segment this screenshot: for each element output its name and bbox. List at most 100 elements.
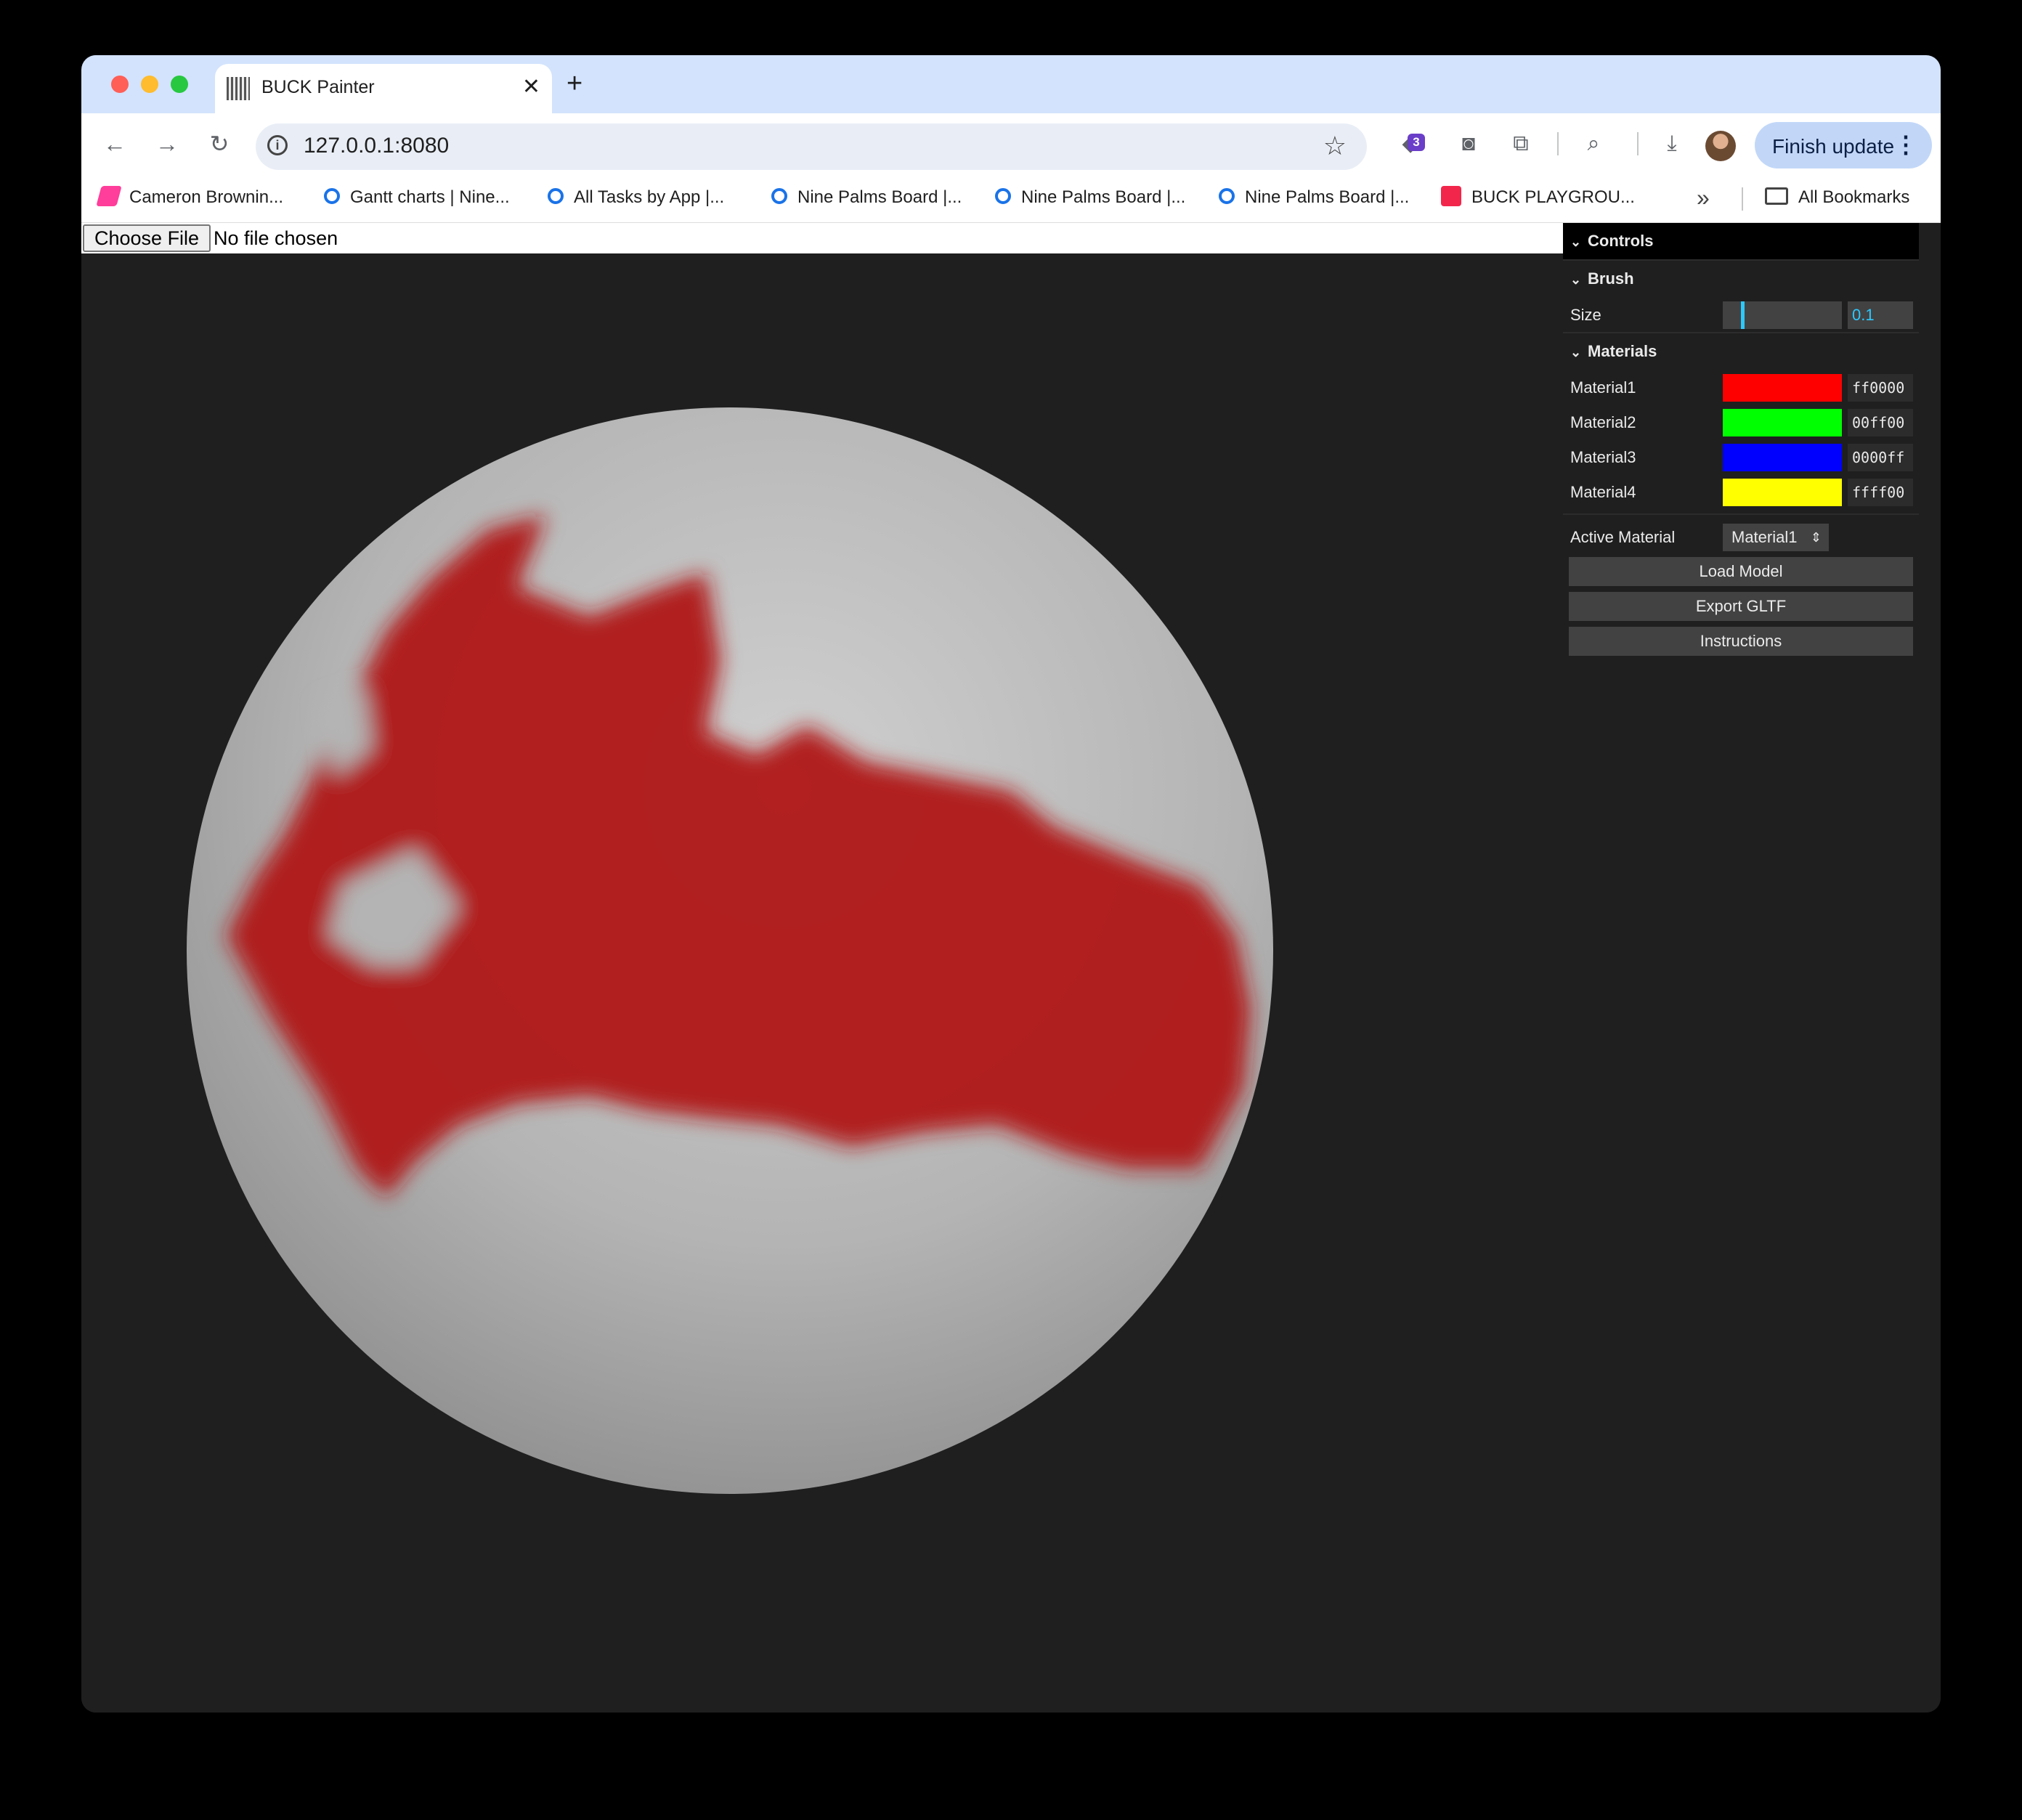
- bookmark-star-icon[interactable]: ☆: [1323, 131, 1347, 161]
- buck-favicon-icon: [227, 77, 250, 100]
- finish-update-label: Finish update: [1772, 135, 1895, 158]
- all-bookmarks-label: All Bookmarks: [1798, 187, 1910, 207]
- bookmark-item[interactable]: Nine Palms Board |...: [1219, 187, 1409, 208]
- load-model-button[interactable]: Load Model: [1569, 557, 1913, 586]
- controls-title[interactable]: ⌄ Controls: [1563, 223, 1919, 259]
- link-icon: [995, 187, 1011, 204]
- select-arrows-icon: ⇕: [1810, 530, 1822, 545]
- toolbar-divider: [1637, 132, 1639, 155]
- address-bar[interactable]: i 127.0.0.1:8080 ☆: [256, 123, 1367, 170]
- materials-folder-label: Materials: [1588, 342, 1657, 360]
- active-material-select[interactable]: Material1 ⇕: [1723, 524, 1829, 551]
- material3-color-swatch[interactable]: [1723, 444, 1842, 471]
- active-material-label: Active Material: [1570, 528, 1676, 546]
- bookmark-label: Nine Palms Board |...: [1021, 187, 1186, 207]
- export-gltf-row: Export GLTF: [1563, 589, 1919, 624]
- bookmark-item[interactable]: Cameron Brownin...: [96, 185, 284, 208]
- size-label: Size: [1570, 306, 1601, 324]
- bookmark-label: BUCK PLAYGROU...: [1471, 187, 1635, 207]
- search-tab-icon[interactable]: ⌕: [1578, 128, 1609, 160]
- active-material-control: Active Material Material1 ⇕: [1563, 519, 1919, 554]
- link-icon: [324, 187, 340, 204]
- window-maximize-button[interactable]: [171, 76, 188, 93]
- material-row: Material1 ff0000: [1563, 370, 1919, 405]
- material1-color-swatch[interactable]: [1723, 374, 1842, 402]
- material3-hex-input[interactable]: 0000ff: [1848, 444, 1913, 471]
- panel-divider: [1563, 513, 1919, 515]
- tab-close-icon[interactable]: ✕: [522, 74, 540, 100]
- material4-color-swatch[interactable]: [1723, 479, 1842, 506]
- bookmark-label: Nine Palms Board |...: [1245, 187, 1410, 207]
- site-info-icon[interactable]: i: [267, 135, 288, 155]
- bookmark-item[interactable]: Gantt charts | Nine...: [324, 187, 510, 208]
- bookmarks-bar: Cameron Brownin... Gantt charts | Nine..…: [81, 174, 1941, 223]
- all-bookmarks-button[interactable]: All Bookmarks: [1765, 187, 1909, 208]
- toolbar-divider: [1557, 132, 1559, 155]
- tab-title: BUCK Painter: [261, 77, 375, 97]
- profile-avatar[interactable]: [1705, 131, 1736, 161]
- material-label: Material2: [1570, 413, 1636, 431]
- bookmark-item[interactable]: All Tasks by App |...: [548, 187, 724, 208]
- pink-logo-icon: [96, 185, 122, 206]
- material4-hex-input[interactable]: ffff00: [1848, 479, 1913, 506]
- camera-icon[interactable]: ◙: [1453, 128, 1485, 160]
- extension-badge: 3: [1408, 134, 1425, 151]
- extensions-puzzle-icon[interactable]: ⧉: [1505, 128, 1537, 160]
- file-input-bar: Choose File No file chosen: [81, 223, 1563, 253]
- material2-hex-input[interactable]: 00ff00: [1848, 409, 1913, 436]
- bookmark-label: Nine Palms Board |...: [797, 187, 962, 207]
- choose-file-button[interactable]: Choose File: [83, 224, 211, 252]
- bookmark-item[interactable]: Nine Palms Board |...: [771, 187, 962, 208]
- bookmarks-divider: [1742, 187, 1743, 211]
- file-status-text: No file chosen: [214, 227, 338, 249]
- bookmark-label: All Tasks by App |...: [574, 187, 725, 207]
- material-label: Material1: [1570, 378, 1636, 397]
- controls-panel: ⌄ Controls ⌄ Brush Size 0.1 ⌄ Materials Mat…: [1563, 223, 1919, 705]
- reload-icon[interactable]: ↻: [203, 128, 235, 160]
- bookmark-item[interactable]: BUCK PLAYGROU...: [1441, 185, 1635, 208]
- chevron-down-icon: ⌄: [1570, 345, 1582, 359]
- forward-arrow-icon[interactable]: →: [151, 128, 183, 160]
- brush-folder[interactable]: ⌄ Brush: [1563, 259, 1919, 297]
- link-icon: [1219, 187, 1235, 204]
- export-gltf-button[interactable]: Export GLTF: [1569, 592, 1913, 621]
- materials-folder[interactable]: ⌄ Materials: [1563, 332, 1919, 370]
- controls-title-label: Controls: [1588, 232, 1654, 250]
- material1-hex-input[interactable]: ff0000: [1848, 374, 1913, 402]
- tab-strip: BUCK Painter ✕ +: [81, 55, 1941, 113]
- tab-buck-painter[interactable]: BUCK Painter ✕: [215, 64, 552, 113]
- red-app-icon: [1441, 185, 1461, 206]
- window-minimize-button[interactable]: [141, 76, 158, 93]
- active-material-value: Material1: [1731, 528, 1798, 546]
- brush-folder-label: Brush: [1588, 269, 1634, 288]
- material-row: Material2 00ff00: [1563, 405, 1919, 439]
- material-row: Material4 ffff00: [1563, 474, 1919, 509]
- back-arrow-icon[interactable]: ←: [99, 128, 131, 160]
- load-model-row: Load Model: [1563, 554, 1919, 589]
- new-tab-button[interactable]: +: [567, 70, 582, 97]
- size-number-input[interactable]: 0.1: [1848, 301, 1913, 329]
- instructions-button[interactable]: Instructions: [1569, 627, 1913, 656]
- window-close-button[interactable]: [111, 76, 129, 93]
- link-icon: [548, 187, 564, 204]
- browser-toolbar: ← → ↻ i 127.0.0.1:8080 ☆ ◆ 3 ◙ ⧉ ⌕ ⤓ Fin…: [81, 113, 1941, 174]
- kebab-menu-icon[interactable]: ⋮: [1894, 131, 1917, 158]
- chevron-down-icon: ⌄: [1570, 235, 1582, 249]
- finish-update-button[interactable]: Finish update ⋮: [1755, 122, 1932, 168]
- material-label: Material3: [1570, 448, 1636, 466]
- size-slider[interactable]: [1723, 301, 1842, 329]
- chevron-down-icon: ⌄: [1570, 272, 1582, 287]
- instructions-row: Instructions: [1563, 624, 1919, 659]
- download-icon[interactable]: ⤓: [1656, 128, 1688, 160]
- link-icon: [771, 187, 787, 204]
- url-text[interactable]: 127.0.0.1:8080: [304, 134, 449, 158]
- bookmark-label: Cameron Brownin...: [129, 187, 284, 207]
- bookmark-item[interactable]: Nine Palms Board |...: [995, 187, 1185, 208]
- page-viewport: Choose File No file chosen ⌄ Controls ⌄ Br…: [81, 223, 1941, 1713]
- size-slider-fill: [1723, 301, 1745, 329]
- bookmark-label: Gantt charts | Nine...: [350, 187, 510, 207]
- more-bookmarks-icon[interactable]: »: [1697, 184, 1710, 211]
- material2-color-swatch[interactable]: [1723, 409, 1842, 436]
- folder-icon: [1765, 187, 1788, 205]
- browser-window: BUCK Painter ✕ + ← → ↻ i 127.0.0.1:8080 …: [81, 55, 1941, 1713]
